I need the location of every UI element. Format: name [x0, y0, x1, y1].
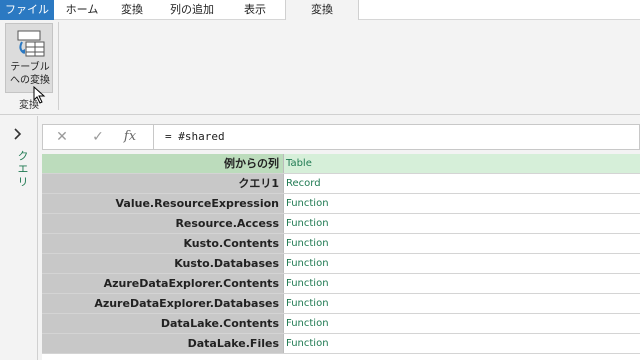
ribbon: テーブル への変換 変換: [0, 20, 640, 115]
chevron-right-icon[interactable]: [14, 128, 22, 143]
row-value[interactable]: Record: [286, 174, 321, 193]
table-row[interactable]: AzureDataExplorer.Contents Function: [42, 274, 640, 294]
fx-icon[interactable]: fx: [119, 128, 141, 146]
ribbon-tab-bar: ファイル ホーム 変換 列の追加 表示 変換: [0, 0, 640, 21]
row-value[interactable]: Function: [286, 214, 329, 233]
row-value[interactable]: Function: [286, 314, 329, 333]
row-value[interactable]: Function: [286, 194, 329, 213]
convert-to-table-button[interactable]: テーブル への変換: [5, 23, 53, 93]
tab-home[interactable]: ホーム: [58, 0, 106, 20]
table-row[interactable]: Value.ResourceExpression Function: [42, 194, 640, 214]
formula-divider: [153, 125, 154, 149]
row-value[interactable]: Function: [286, 234, 329, 253]
row-name: Value.ResourceExpression: [42, 194, 284, 213]
checkmark-icon[interactable]: ✓: [87, 128, 109, 146]
formula-input[interactable]: = #shared: [165, 130, 225, 143]
formula-bar: ✕ ✓ fx = #shared: [42, 124, 640, 150]
tab-file[interactable]: ファイル: [0, 0, 54, 20]
row-name: Kusto.Contents: [42, 234, 284, 253]
convert-button-label-line1: テーブル: [10, 62, 50, 73]
table-row[interactable]: Resource.Access Function: [42, 214, 640, 234]
row-value[interactable]: Function: [286, 334, 329, 353]
query-pane-label[interactable]: クエリ: [6, 150, 30, 189]
row-name: 例からの列: [42, 154, 284, 173]
data-grid: 例からの列 Table クエリ1 Record Value.ResourceEx…: [42, 154, 640, 360]
table-row[interactable]: AzureDataExplorer.Databases Function: [42, 294, 640, 314]
row-value[interactable]: Table: [286, 154, 312, 173]
ribbon-group-label: 変換: [19, 100, 39, 111]
row-name: Resource.Access: [42, 214, 284, 233]
table-row[interactable]: 例からの列 Table: [42, 154, 640, 174]
close-icon[interactable]: ✕: [51, 128, 73, 146]
tab-transform[interactable]: 変換: [110, 0, 154, 20]
tab-view[interactable]: 表示: [230, 0, 280, 20]
row-value[interactable]: Function: [286, 274, 329, 293]
table-row[interactable]: DataLake.Files Function: [42, 334, 640, 354]
table-row[interactable]: クエリ1 Record: [42, 174, 640, 194]
row-name: DataLake.Contents: [42, 314, 284, 333]
row-name: AzureDataExplorer.Contents: [42, 274, 284, 293]
tab-add-column[interactable]: 列の追加: [158, 0, 226, 20]
row-value[interactable]: Function: [286, 254, 329, 273]
table-row[interactable]: Kusto.Databases Function: [42, 254, 640, 274]
ribbon-group-divider: [58, 22, 59, 110]
row-name: Kusto.Databases: [42, 254, 284, 273]
table-row[interactable]: DataLake.Contents Function: [42, 314, 640, 334]
row-value[interactable]: Function: [286, 294, 329, 313]
table-convert-icon: [14, 29, 46, 59]
row-name: DataLake.Files: [42, 334, 284, 353]
row-name: クエリ1: [42, 174, 284, 193]
table-row[interactable]: Kusto.Contents Function: [42, 234, 640, 254]
row-name: AzureDataExplorer.Databases: [42, 294, 284, 313]
tab-context-transform[interactable]: 変換: [285, 0, 359, 21]
